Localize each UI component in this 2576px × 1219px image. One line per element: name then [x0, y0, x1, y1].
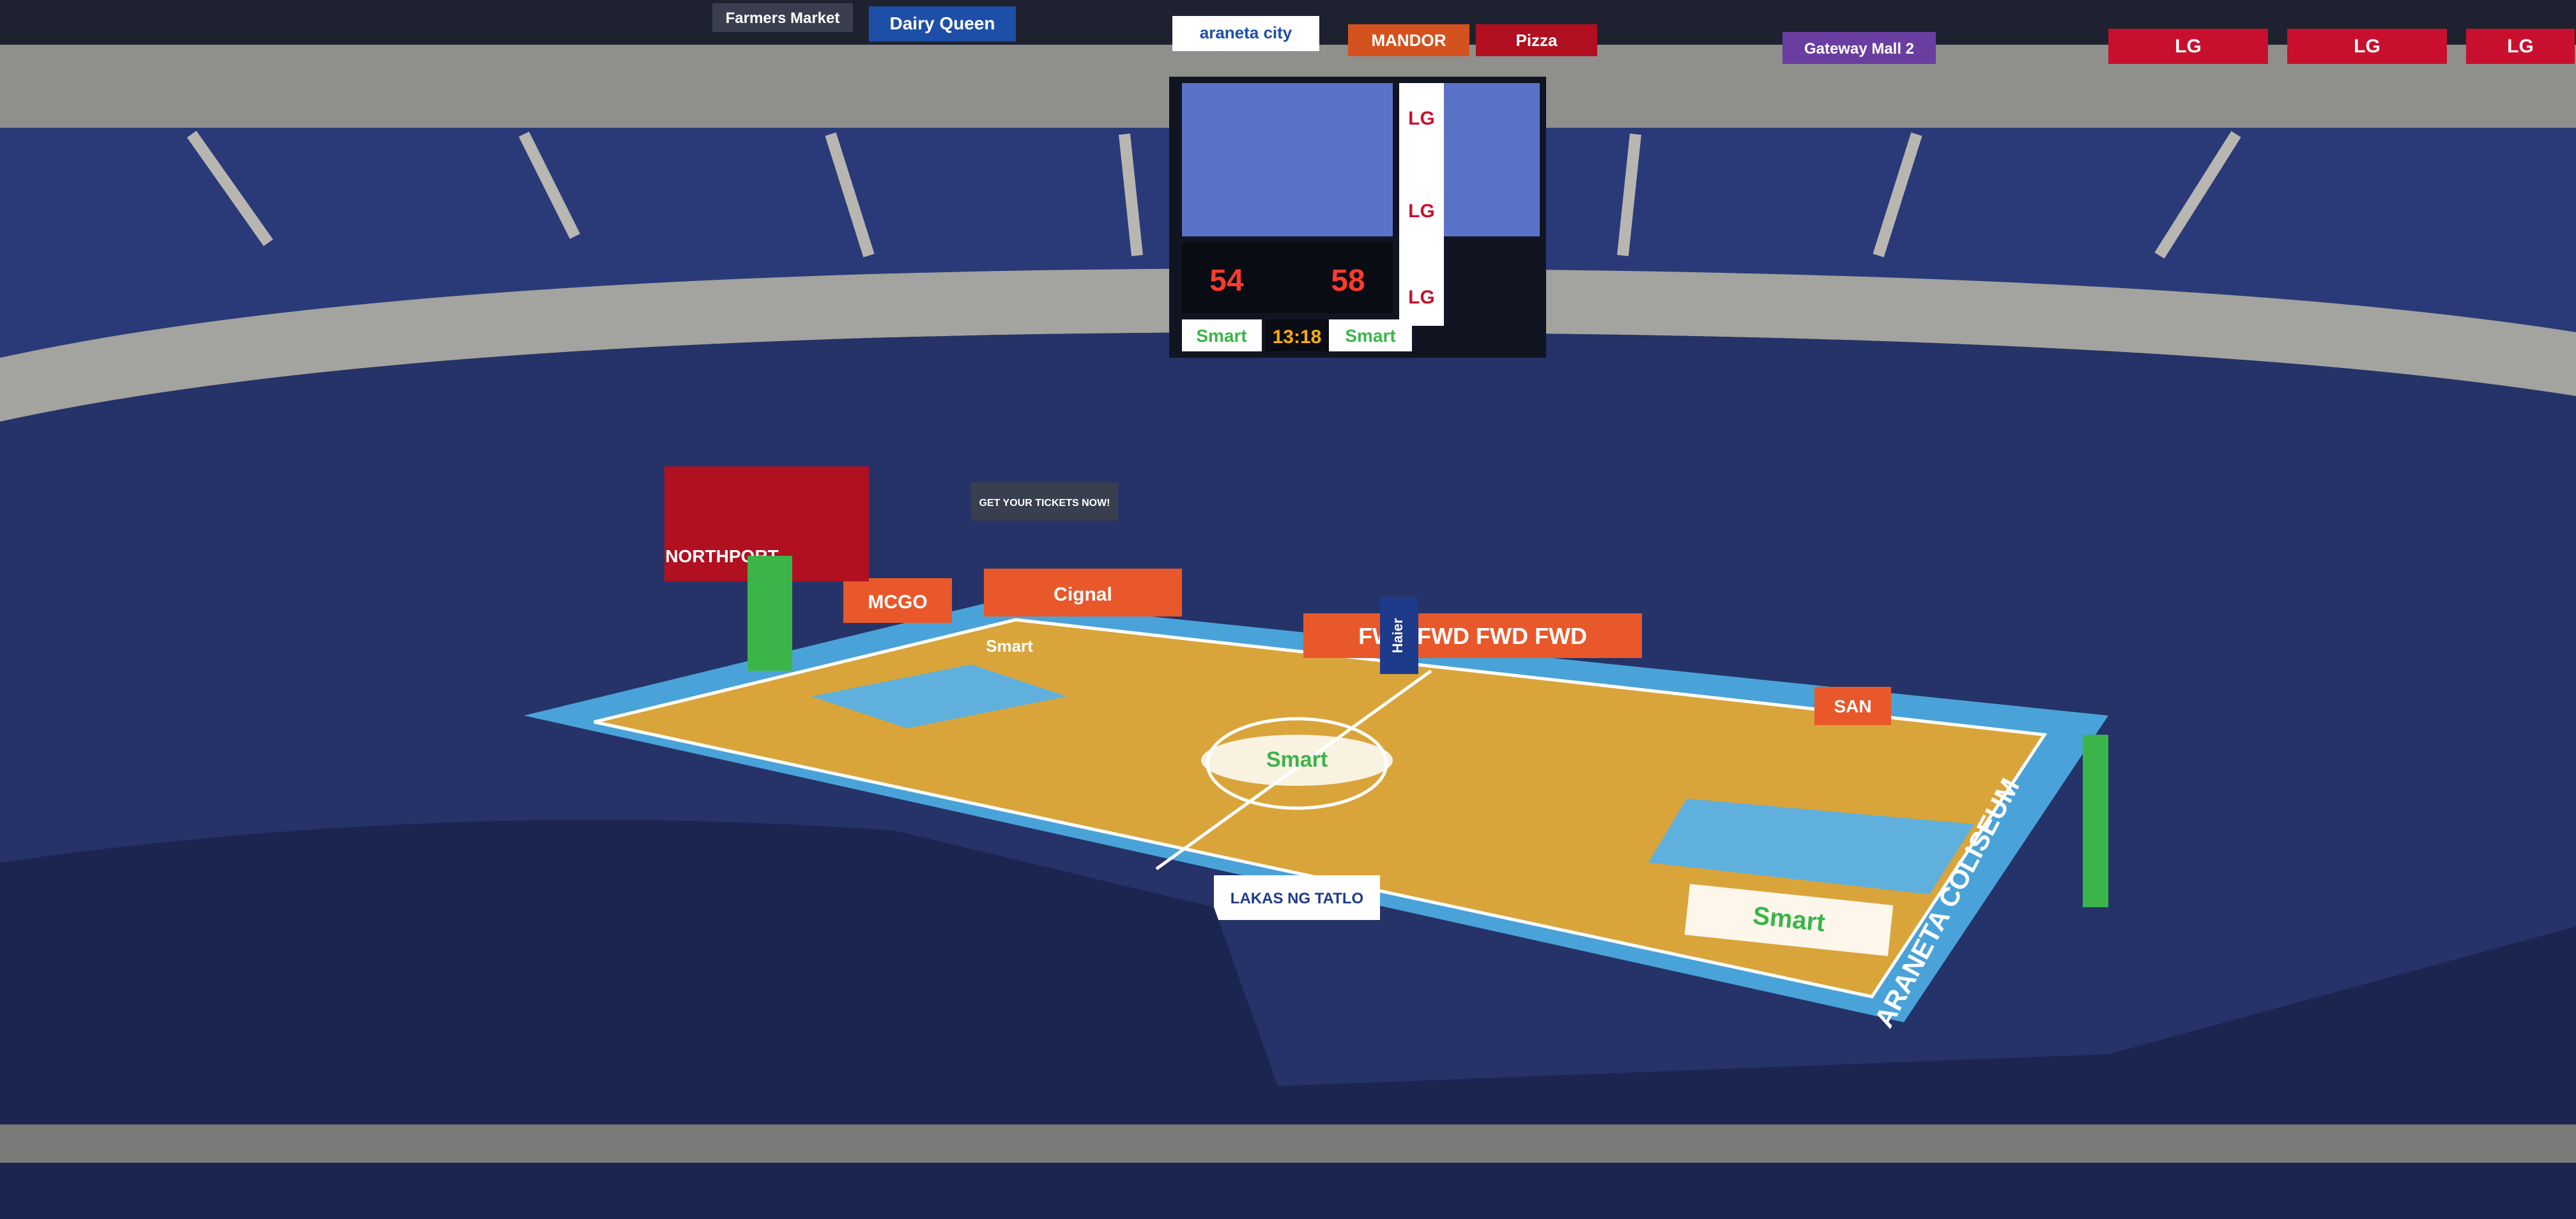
right-basket-stanchion [2083, 735, 2108, 907]
scoreboard-screen-right [1444, 83, 1540, 236]
lg-brand-mid: LG [1408, 201, 1435, 222]
scoreboard-sponsor-left: Smart [1196, 326, 1246, 346]
game-clock: 13:18 [1273, 326, 1322, 348]
foreground-railing [0, 1124, 2576, 1163]
sign-dairy-queen: Dairy Queen [890, 13, 995, 33]
lg-brand-bottom: LG [1408, 287, 1435, 308]
sign-araneta-city: araneta city [1200, 23, 1292, 42]
sign-gateway: Gateway Mall 2 [1804, 40, 1914, 57]
score-right: 58 [1331, 264, 1365, 298]
center-scoreboard: LG LG LG 54 58 13:18 Smart Smart [1169, 77, 1546, 358]
sign-haier: Haier [1390, 618, 1406, 653]
sign-pizza: Pizza [1515, 31, 1558, 50]
sign-mcgo: MCGO [868, 592, 927, 613]
sign-farmers-market: Farmers Market [726, 10, 840, 27]
sign-lg-1: LG [2175, 36, 2202, 57]
score-left: 54 [1209, 264, 1244, 298]
center-logo-text: Smart [1266, 747, 1328, 772]
scoreboard-sponsor-right: Smart [1345, 326, 1395, 346]
arena-scene: Smart Smart Smart ARANETA COLISEUM LG LG… [0, 0, 2576, 1219]
sign-mandor: MANDOR [1372, 31, 1446, 50]
left-key-logo-text: Smart [986, 636, 1033, 656]
sign-right: SAN [1834, 696, 1871, 716]
sign-lg-3: LG [2507, 36, 2534, 57]
sign-table: LAKAS NG TATLO [1230, 890, 1363, 907]
scoreboard-screen-left [1182, 83, 1393, 236]
sign-tickets: GET YOUR TICKETS NOW! [979, 498, 1110, 509]
lg-brand-top: LG [1408, 108, 1435, 129]
left-basket-stanchion [747, 556, 792, 671]
sign-cignal: Cignal [1054, 584, 1112, 605]
sign-lg-2: LG [2354, 36, 2380, 57]
